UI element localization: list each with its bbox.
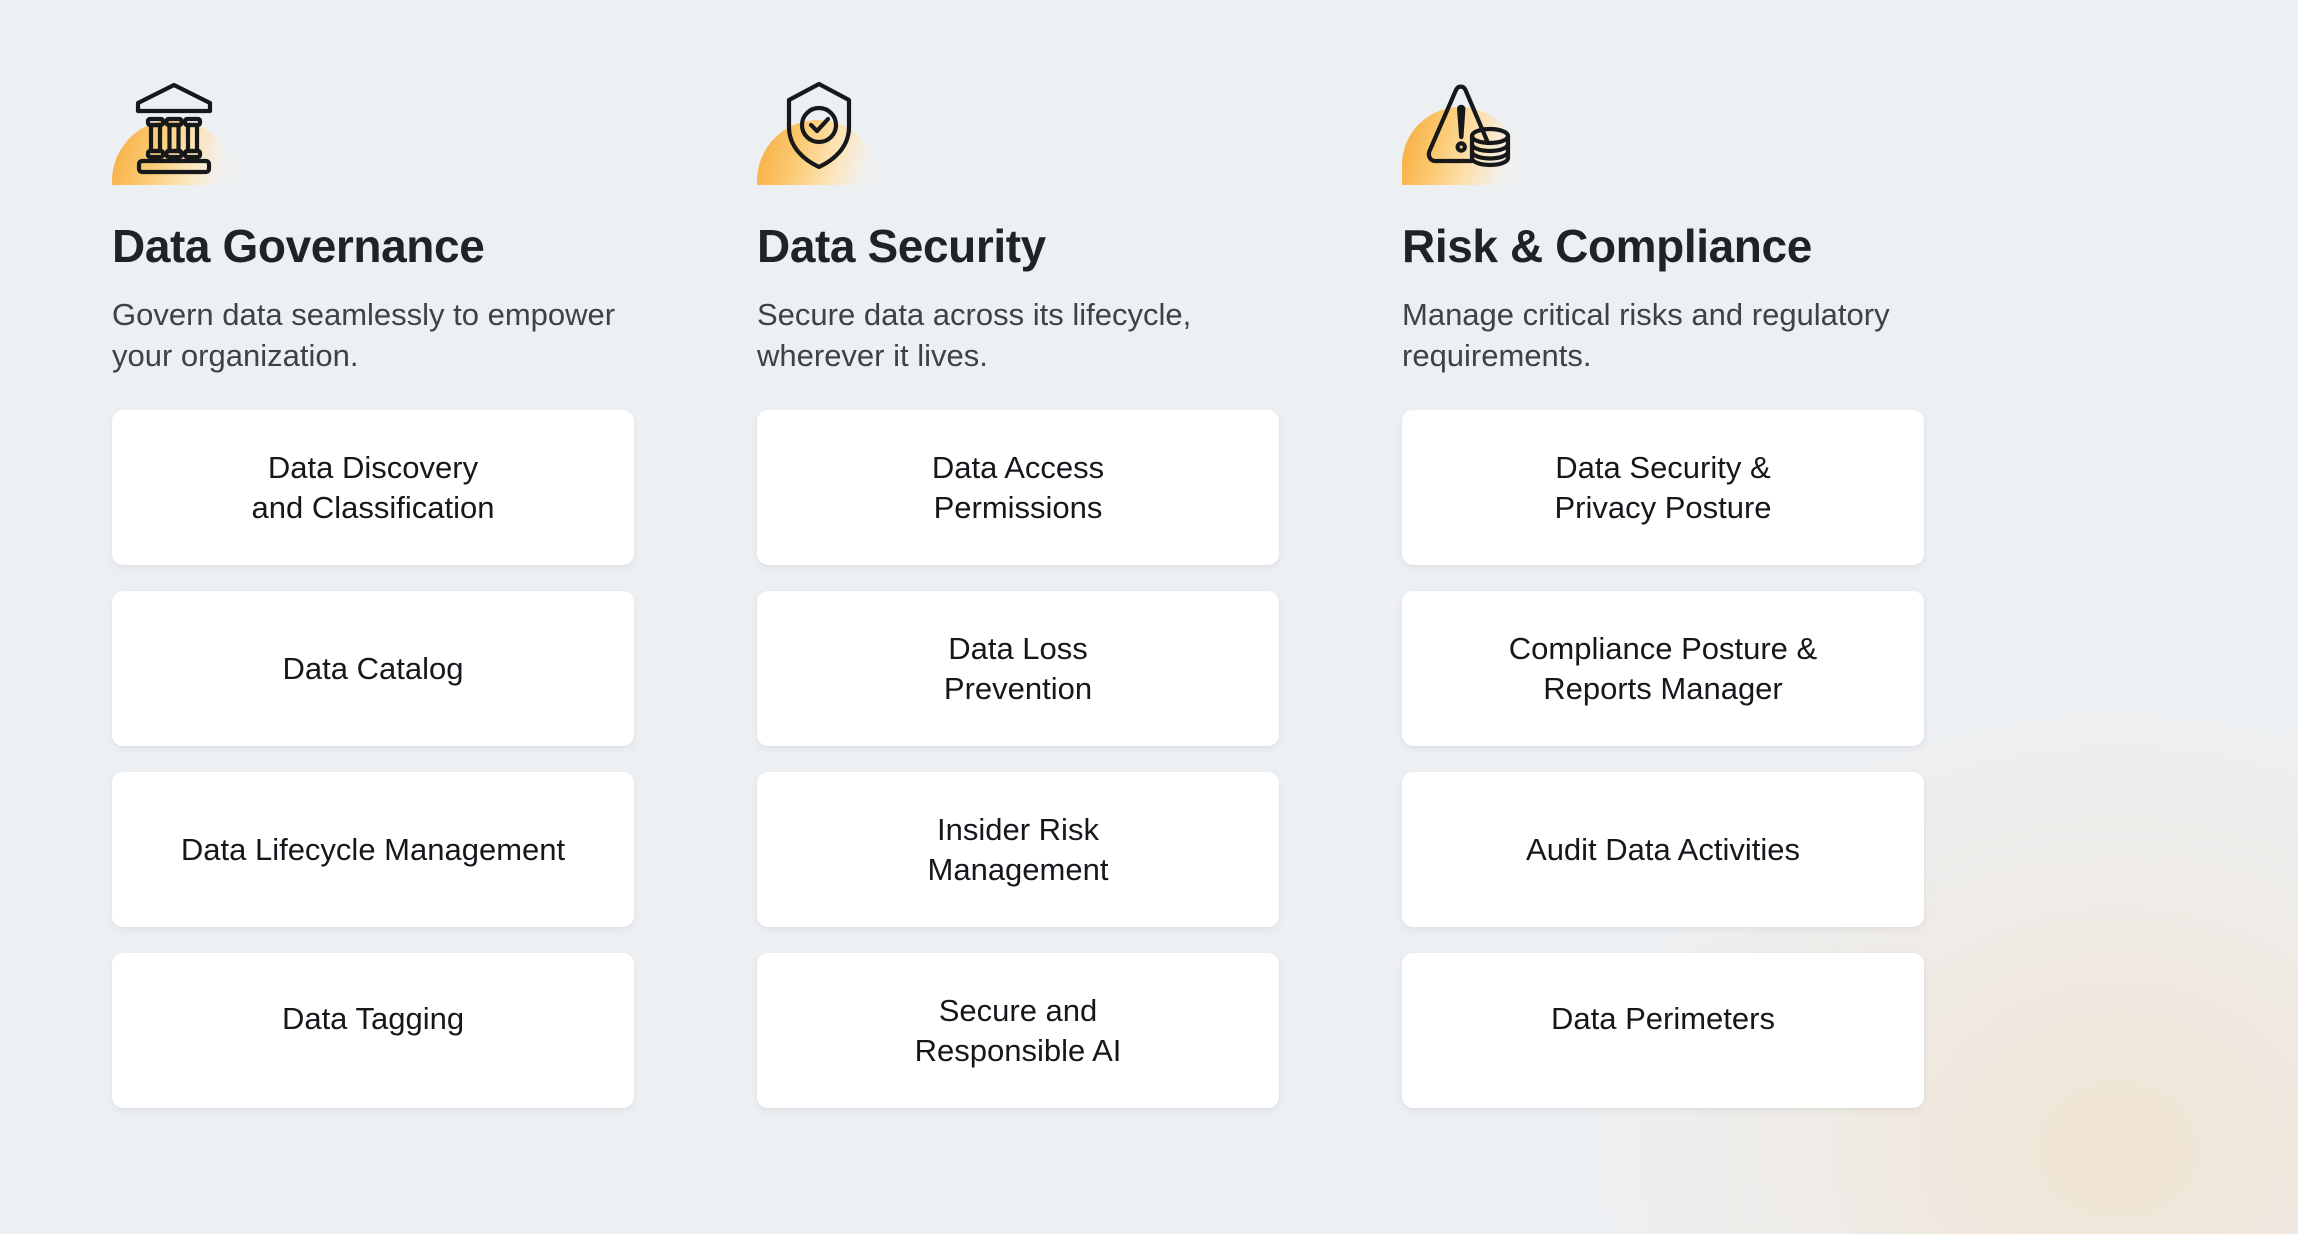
capability-card[interactable]: Data Loss Prevention bbox=[757, 591, 1279, 747]
capability-card[interactable]: Data Perimeters bbox=[1402, 953, 1924, 1109]
capability-card[interactable]: Data Tagging bbox=[112, 953, 634, 1109]
capability-card[interactable]: Data Catalog bbox=[112, 591, 634, 747]
shield-check-icon bbox=[757, 75, 887, 185]
capability-card-label: Data Perimeters bbox=[1551, 1000, 1775, 1036]
capability-card-label: Data Security & Privacy Posture bbox=[1554, 449, 1772, 525]
column-subtitle: Secure data across its lifecycle, wherev… bbox=[757, 296, 1192, 373]
capability-card-label: Data Lifecycle Management bbox=[180, 831, 566, 867]
capability-card[interactable]: Secure and Responsible AI bbox=[757, 953, 1279, 1109]
warning-database-glyph bbox=[1426, 84, 1511, 168]
capability-card[interactable]: Data Security & Privacy Posture bbox=[1402, 410, 1924, 566]
capability-card[interactable]: Insider Risk Management bbox=[757, 772, 1279, 928]
column-risk-compliance: Risk & Compliance Manage critical risks … bbox=[1402, 75, 1924, 1109]
capability-card-label: Audit Data Activities bbox=[1526, 831, 1800, 867]
column-title: Data Governance bbox=[112, 220, 485, 272]
shield-glyph bbox=[786, 81, 852, 170]
capability-card-label: Data Tagging bbox=[281, 1000, 465, 1036]
capability-card-label: Secure and Responsible AI bbox=[914, 992, 1122, 1068]
column-title: Risk & Compliance bbox=[1402, 220, 1812, 272]
capability-card-label: Insider Risk Management bbox=[927, 811, 1109, 887]
column-subtitle: Govern data seamlessly to empower your o… bbox=[112, 296, 616, 373]
capability-card[interactable]: Data Lifecycle Management bbox=[112, 772, 634, 928]
column-data-governance: Data Governance Govern data seamlessly t… bbox=[112, 75, 634, 1109]
capability-card-label: Compliance Posture & Reports Manager bbox=[1508, 630, 1818, 706]
bank-columns-icon bbox=[112, 75, 242, 185]
capability-card-label: Data Catalog bbox=[282, 650, 464, 686]
capability-card[interactable]: Data Access Permissions bbox=[757, 410, 1279, 566]
capability-card[interactable]: Audit Data Activities bbox=[1402, 772, 1924, 928]
capabilities-board: Data Governance Govern data seamlessly t… bbox=[0, 0, 2298, 1234]
column-title: Data Security bbox=[757, 220, 1046, 272]
capability-card-list: Data Security & Privacy Posture Complian… bbox=[1402, 410, 1924, 1109]
column-data-security: Data Security Secure data across its lif… bbox=[757, 75, 1279, 1109]
capability-card-label: Data Loss Prevention bbox=[943, 630, 1093, 706]
capability-card-list: Data Access Permissions Data Loss Preven… bbox=[757, 410, 1279, 1109]
capability-card-label: Data Discovery and Classification bbox=[251, 449, 495, 525]
capability-card[interactable]: Compliance Posture & Reports Manager bbox=[1402, 591, 1924, 747]
capability-card-list: Data Discovery and Classification Data C… bbox=[112, 410, 634, 1109]
column-subtitle: Manage critical risks and regulatory req… bbox=[1402, 296, 1890, 373]
bank-glyph bbox=[135, 82, 213, 175]
capability-card-label: Data Access Permissions bbox=[931, 449, 1105, 525]
capability-card[interactable]: Data Discovery and Classification bbox=[112, 410, 634, 566]
warning-database-icon bbox=[1402, 75, 1532, 185]
